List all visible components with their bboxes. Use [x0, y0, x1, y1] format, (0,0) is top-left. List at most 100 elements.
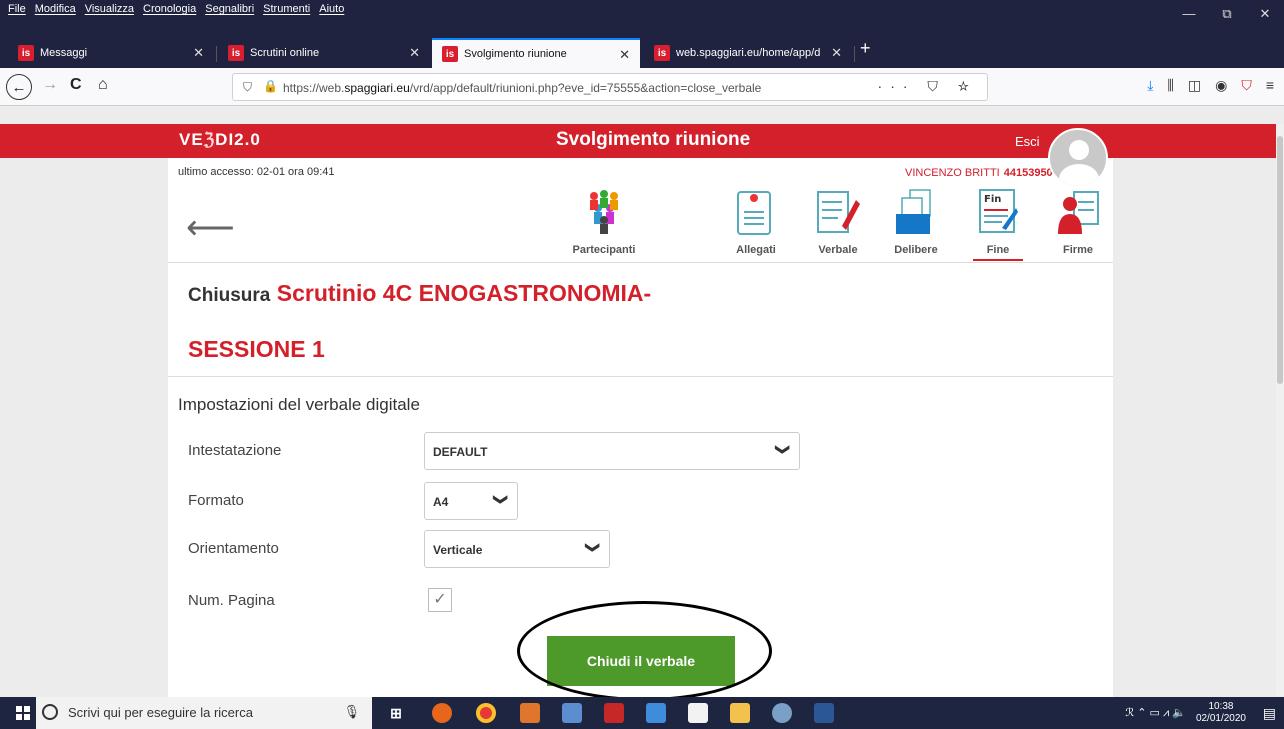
- downloads-icon[interactable]: ⤓: [1147, 77, 1153, 94]
- tray-icons[interactable]: ℛ ⌃ ▭ ⩘ 🔈: [1125, 706, 1186, 720]
- step-label: Partecipanti: [572, 244, 636, 256]
- notifications-icon[interactable]: ▤: [1263, 705, 1276, 722]
- numpagina-checkbox[interactable]: ✓: [428, 588, 452, 612]
- url-text[interactable]: https://web.spaggiari.eu/vrd/app/default…: [283, 81, 761, 95]
- taskbar-search-box[interactable]: Scrivi qui per eseguire la ricerca 🎙: [36, 697, 372, 729]
- tab-svolgimento-riunione[interactable]: is Svolgimento riunione ✕: [432, 38, 640, 68]
- closing-heading: Chiusura Scrutinio 4C ENOGASTRONOMIA-: [188, 280, 652, 306]
- back-arrow-icon[interactable]: ⟵: [186, 208, 235, 248]
- sidebar-icon[interactable]: ◫: [1188, 77, 1201, 94]
- scrollbar-thumb[interactable]: [1277, 136, 1283, 384]
- menu-strumenti[interactable]: Strumenti: [263, 3, 310, 15]
- library-icon[interactable]: ⫼: [1167, 77, 1173, 94]
- svg-text:Fin: Fin: [984, 194, 1001, 205]
- orientamento-select[interactable]: Verticale ❯: [424, 530, 610, 568]
- store-icon[interactable]: [646, 703, 666, 723]
- clock-date: 02/01/2020: [1195, 713, 1246, 724]
- avatar-body: [1059, 164, 1099, 186]
- file-explorer-icon[interactable]: [730, 703, 750, 723]
- reload-button[interactable]: C: [70, 76, 82, 94]
- step-label: Firme: [1063, 244, 1093, 256]
- close-tab-icon[interactable]: ✕: [193, 45, 204, 61]
- formato-select[interactable]: A4 ❯: [424, 482, 518, 520]
- acrobat-icon[interactable]: [604, 703, 624, 723]
- chrome-icon[interactable]: [476, 703, 496, 723]
- pocket-icon[interactable]: ⛉: [1241, 77, 1252, 94]
- close-tab-icon[interactable]: ✕: [619, 47, 630, 63]
- step-firme[interactable]: Firme: [1038, 188, 1118, 256]
- formato-label: Formato: [188, 492, 244, 509]
- home-button[interactable]: ⌂: [98, 76, 108, 94]
- forward-button[interactable]: →: [42, 76, 58, 94]
- menu-modifica[interactable]: Modifica: [35, 3, 76, 15]
- browser-menubar: File Modifica Visualizza Cronologia Segn…: [0, 0, 1284, 34]
- intestazione-label: Intestatazione: [188, 442, 282, 459]
- menu-file[interactable]: File: [8, 3, 26, 15]
- menu-aiuto[interactable]: Aiuto: [319, 3, 344, 15]
- step-partecipanti[interactable]: Partecipanti: [564, 188, 644, 256]
- intestazione-select[interactable]: DEFAULT ❯: [424, 432, 800, 470]
- step-verbale[interactable]: Verbale: [798, 188, 878, 256]
- close-tab-icon[interactable]: ✕: [409, 45, 420, 61]
- verdi-logo: VEℨDI2.0: [179, 130, 261, 149]
- tab-label: Messaggi: [40, 47, 88, 59]
- logout-link[interactable]: Esci: [1015, 134, 1040, 149]
- url-bar[interactable]: ⛉ 🔒 https://web.spaggiari.eu/vrd/app/def…: [232, 73, 988, 101]
- tab-messaggi[interactable]: is Messaggi ✕: [8, 38, 214, 68]
- page-actions-icon[interactable]: ··· ⛉ ☆: [878, 78, 977, 95]
- participants-icon: [582, 188, 626, 238]
- page-scrollbar[interactable]: [1276, 124, 1284, 696]
- tracking-protection-icon[interactable]: ⛉: [243, 80, 252, 95]
- step-allegati[interactable]: Allegati: [716, 188, 796, 256]
- back-button[interactable]: ←: [6, 74, 32, 100]
- new-tab-button[interactable]: +: [860, 38, 871, 59]
- close-tab-icon[interactable]: ✕: [831, 45, 842, 61]
- step-label: Allegati: [736, 244, 776, 256]
- outlook-icon[interactable]: [520, 703, 540, 723]
- search-placeholder: Scrivi qui per eseguire la ricerca: [68, 705, 253, 720]
- image-app-icon[interactable]: [562, 703, 582, 723]
- menu-items: File Modifica Visualizza Cronologia Segn…: [8, 3, 344, 15]
- resolutions-icon: [894, 188, 938, 238]
- spaggiari-favicon-icon: is: [442, 46, 458, 62]
- windows-taskbar: Scrivi qui per eseguire la ricerca 🎙 ⊞ ℛ…: [0, 697, 1284, 729]
- firefox-icon[interactable]: [432, 703, 452, 723]
- navigation-bar: ← → C ⌂ ⛉ 🔒 https://web.spaggiari.eu/vrd…: [0, 68, 1284, 106]
- tab-scrutini[interactable]: is Scrutini online ✕: [218, 38, 430, 68]
- signatures-icon: [1056, 188, 1100, 238]
- attachments-icon: [734, 188, 778, 238]
- step-delibere[interactable]: Delibere: [876, 188, 956, 256]
- windows-start-icon[interactable]: [16, 706, 30, 720]
- avatar-head: [1069, 140, 1089, 160]
- tab-separator: [216, 46, 217, 62]
- tab-label: Scrutini online: [250, 47, 320, 59]
- step-fine[interactable]: Fin Fine: [958, 188, 1038, 261]
- paint-icon[interactable]: [772, 703, 792, 723]
- spaggiari-favicon-icon: is: [228, 45, 244, 61]
- main-card: ultimo accesso: 02-01 ora 09:41 VINCENZO…: [168, 158, 1113, 701]
- word-icon[interactable]: [814, 703, 834, 723]
- tab-web-spaggiari[interactable]: is web.spaggiari.eu/home/app/d ✕: [644, 38, 852, 68]
- mail-icon[interactable]: [688, 703, 708, 723]
- chevron-down-icon: ❯: [585, 541, 602, 554]
- restore-button[interactable]: ⧉: [1208, 6, 1246, 22]
- minutes-icon: [816, 188, 860, 238]
- menu-cronologia[interactable]: Cronologia: [143, 3, 196, 15]
- clock-time: 10:38: [1208, 701, 1234, 712]
- toolbar-icons: ⤓ ⫼ ◫ ◉ ⛉ ≡: [1147, 77, 1274, 94]
- avatar[interactable]: [1048, 128, 1108, 188]
- hamburger-menu-icon[interactable]: ≡: [1266, 77, 1274, 94]
- taskbar-clock[interactable]: 10:38 02/01/2020: [1196, 701, 1246, 725]
- account-icon[interactable]: ◉: [1215, 77, 1227, 94]
- lock-icon[interactable]: 🔒: [263, 79, 278, 93]
- step-label: Verbale: [818, 244, 858, 256]
- chevron-down-icon: ❯: [493, 493, 510, 506]
- microphone-icon[interactable]: 🎙: [343, 704, 360, 720]
- minimize-button[interactable]: —: [1170, 6, 1208, 22]
- menu-segnalibri[interactable]: Segnalibri: [205, 3, 254, 15]
- window-controls: — ⧉ ✕: [1170, 6, 1284, 22]
- task-view-icon[interactable]: ⊞: [386, 703, 406, 723]
- menu-visualizza[interactable]: Visualizza: [85, 3, 134, 15]
- numpagina-label: Num. Pagina: [188, 592, 275, 609]
- close-window-button[interactable]: ✕: [1246, 6, 1284, 22]
